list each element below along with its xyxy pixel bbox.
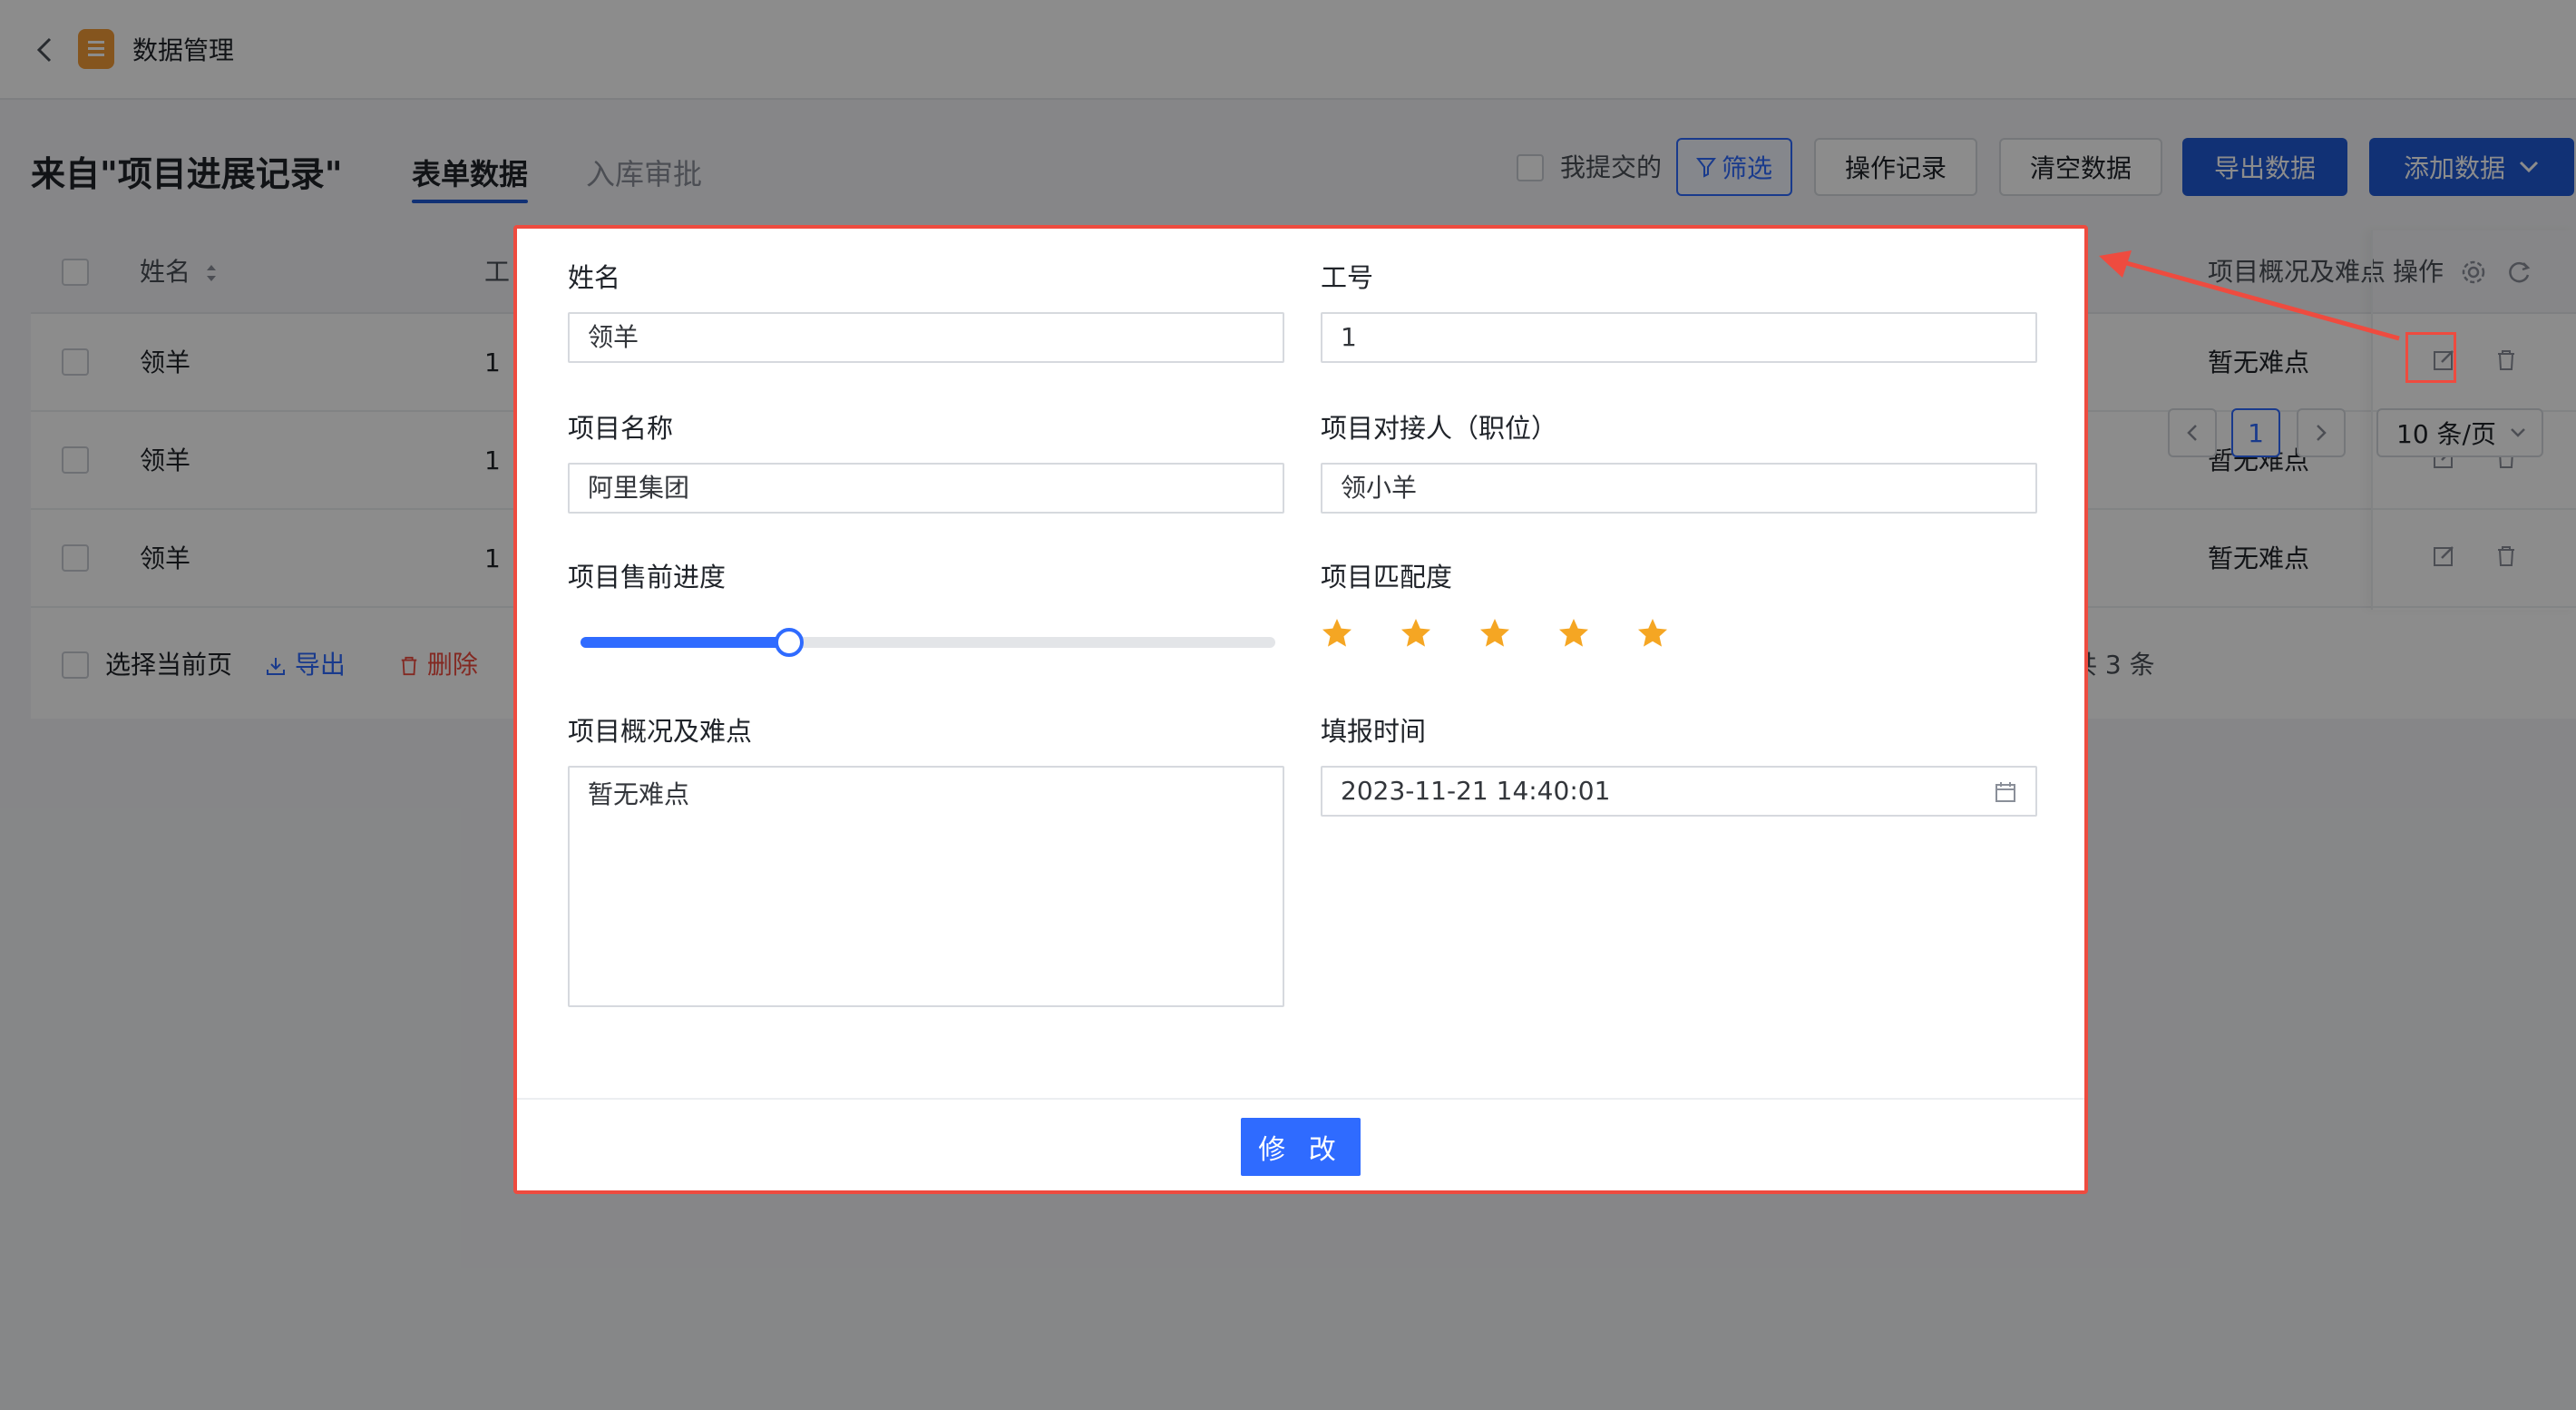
edit-record-modal: 姓名 领羊 工号 1 项目名称 阿里集团 项目对接人（职位） 领小羊 项目售前进… — [513, 225, 2088, 1194]
annotation-arrow — [2099, 250, 2400, 341]
star-icon[interactable] — [1636, 617, 1669, 650]
report-time-picker[interactable]: 2023-11-21 14:40:01 — [1321, 766, 2037, 817]
slider-fill — [581, 637, 789, 648]
modify-button[interactable]: 修 改 — [1241, 1118, 1361, 1176]
project-name-label: 项目名称 — [568, 413, 674, 444]
star-icon[interactable] — [1321, 617, 1353, 650]
report-time-label: 填报时间 — [1321, 716, 1427, 747]
overview-textarea[interactable]: 暂无难点 — [568, 766, 1284, 1007]
edit-highlight-box — [2405, 332, 2456, 383]
slider-handle[interactable] — [774, 628, 804, 657]
employee-id-label: 工号 — [1321, 262, 1374, 293]
star-icon[interactable] — [1478, 617, 1511, 650]
employee-id-field[interactable]: 1 — [1321, 312, 2037, 363]
star-icon[interactable] — [1557, 617, 1590, 650]
name-field[interactable]: 领羊 — [568, 312, 1284, 363]
name-label: 姓名 — [568, 262, 621, 293]
presale-progress-label: 项目售前进度 — [568, 562, 727, 592]
star-icon[interactable] — [1400, 617, 1432, 650]
overview-label: 项目概况及难点 — [568, 716, 753, 747]
match-level-label: 项目匹配度 — [1321, 562, 1453, 592]
contact-field[interactable]: 领小羊 — [1321, 463, 2037, 514]
calendar-icon — [1995, 782, 2015, 802]
project-name-field[interactable]: 阿里集团 — [568, 463, 1284, 514]
presale-progress-slider[interactable] — [581, 628, 1275, 657]
report-time-value: 2023-11-21 14:40:01 — [1341, 776, 1611, 806]
contact-label: 项目对接人（职位） — [1321, 413, 1558, 444]
